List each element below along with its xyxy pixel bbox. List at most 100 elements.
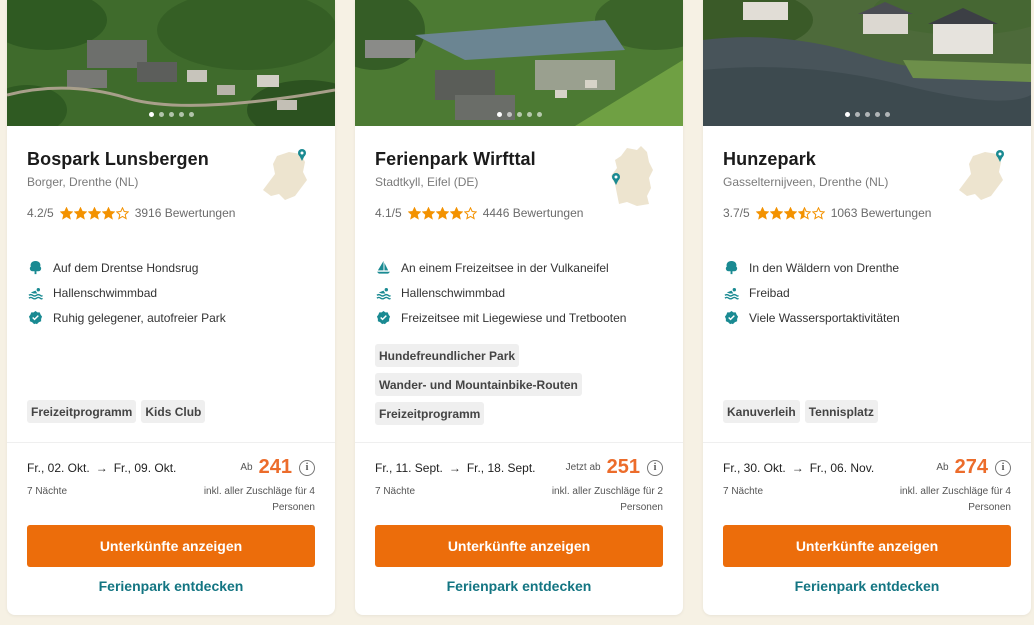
park-card[interactable]: Hunzepark Gasselternijveen, Drenthe (NL)…: [703, 0, 1031, 615]
swimmer-icon: [27, 285, 43, 301]
star-rating: [407, 206, 477, 220]
surcharge-note: inkl. aller Zuschläge für 2 Personen: [551, 486, 663, 513]
netherlands-map-icon: [959, 150, 1004, 200]
carousel-dot[interactable]: [168, 112, 174, 117]
arrow-right-icon: →: [95, 460, 108, 475]
star-full-icon: [769, 206, 783, 220]
tag-list: Kanuverleih Tennisplatz: [723, 400, 1011, 429]
star-full-icon: [421, 206, 435, 220]
feature-item: Viele Wassersportaktivitäten: [723, 305, 1011, 330]
review-count: 3916 Bewertungen: [134, 206, 236, 220]
feature-item: An einem Freizeitsee in der Vulkaneifel: [375, 255, 663, 280]
star-empty-icon: [115, 206, 129, 220]
rating: 4.1/5 4446 Bewertungen: [375, 206, 663, 220]
price-box: Ab 241 i: [240, 456, 315, 479]
carousel-dot[interactable]: [148, 112, 154, 117]
tag: Freizeitprogramm: [27, 400, 137, 423]
tag: Kanuverleih: [723, 400, 800, 423]
tag: Kids Club: [141, 400, 206, 423]
rating-score: 4.1/5: [375, 206, 402, 220]
feature-text: In den Wäldern von Drenthe: [749, 260, 900, 275]
feature-text: Freibad: [749, 285, 790, 300]
discover-park-link[interactable]: Ferienpark entdecken: [27, 578, 315, 594]
rating-score: 4.2/5: [27, 206, 54, 220]
star-rating: [59, 206, 129, 220]
surcharge-note: inkl. aller Zuschläge für 4 Personen: [899, 486, 1011, 513]
park-card[interactable]: Bospark Lunsbergen Borger, Drenthe (NL) …: [7, 0, 335, 615]
carousel-dots[interactable]: [703, 112, 1031, 117]
info-icon[interactable]: i: [299, 459, 315, 476]
feature-list: Auf dem Drentse Hondsrug Hallenschwimmba…: [7, 230, 335, 370]
date-to: Fr., 09. Okt.: [113, 460, 177, 475]
carousel-dot[interactable]: [496, 112, 502, 117]
carousel-dot[interactable]: [178, 112, 184, 117]
carousel-dots[interactable]: [355, 112, 683, 117]
carousel-dot[interactable]: [864, 112, 870, 117]
travel-dates[interactable]: Fr., 02. Okt. → Fr., 09. Okt.: [27, 461, 176, 475]
carousel-dot[interactable]: [874, 112, 880, 117]
carousel-dot[interactable]: [526, 112, 532, 117]
feature-list: In den Wäldern von Drenthe Freibad Viele…: [703, 230, 1031, 370]
feature-text: Freizeitsee mit Liegewiese und Tretboote…: [401, 310, 627, 325]
carousel-dot[interactable]: [884, 112, 890, 117]
carousel-dot[interactable]: [158, 112, 164, 117]
price: 241: [258, 456, 292, 478]
carousel-dots[interactable]: [7, 112, 335, 117]
price-prefix: Jetzt ab: [565, 462, 601, 473]
star-full-icon: [407, 206, 421, 220]
park-photo-carousel[interactable]: [7, 0, 335, 126]
show-accommodations-button[interactable]: Unterkünfte anzeigen: [723, 525, 1011, 567]
price: 274: [954, 456, 988, 478]
tag: Freizeitprogramm: [375, 402, 485, 425]
show-accommodations-button[interactable]: Unterkünfte anzeigen: [375, 525, 663, 567]
rating: 3.7/5 1063 Bewertungen: [723, 206, 1011, 220]
nights: 7 Nächte: [375, 486, 416, 497]
nights: 7 Nächte: [723, 486, 764, 497]
star-rating: [755, 206, 825, 220]
star-full-icon: [755, 206, 769, 220]
check-badge-icon: [375, 310, 391, 326]
feature-item: Freibad: [723, 280, 1011, 305]
park-photo: [7, 0, 335, 126]
discover-park-link[interactable]: Ferienpark entdecken: [375, 578, 663, 594]
feature-item: In den Wäldern von Drenthe: [723, 255, 1011, 280]
carousel-dot[interactable]: [844, 112, 850, 117]
travel-dates[interactable]: Fr., 30. Okt. → Fr., 06. Nov.: [723, 461, 874, 475]
info-icon[interactable]: i: [647, 459, 663, 476]
tag: Wander- und Mountainbike-Routen: [375, 373, 582, 396]
carousel-dot[interactable]: [188, 112, 194, 117]
feature-text: Ruhig gelegener, autofreier Park: [53, 310, 226, 325]
carousel-dot[interactable]: [506, 112, 512, 117]
nights: 7 Nächte: [27, 486, 68, 497]
feature-text: Auf dem Drentse Hondsrug: [53, 260, 199, 275]
divider: [7, 442, 335, 443]
park-photo-carousel[interactable]: [703, 0, 1031, 126]
star-full-icon: [59, 206, 73, 220]
park-photo-carousel[interactable]: [355, 0, 683, 126]
show-accommodations-button[interactable]: Unterkünfte anzeigen: [27, 525, 315, 567]
feature-item: Auf dem Drentse Hondsrug: [27, 255, 315, 280]
carousel-dot[interactable]: [516, 112, 522, 117]
feature-item: Hallenschwimmbad: [27, 280, 315, 305]
price-box: Ab 274 i: [936, 456, 1011, 479]
star-full-icon: [73, 206, 87, 220]
tree-icon: [723, 260, 739, 276]
price-prefix: Ab: [240, 462, 253, 473]
rating-score: 3.7/5: [723, 206, 750, 220]
review-count: 4446 Bewertungen: [482, 206, 584, 220]
rating: 4.2/5 3916 Bewertungen: [27, 206, 315, 220]
tree-icon: [27, 260, 43, 276]
star-full-icon: [783, 206, 797, 220]
travel-dates[interactable]: Fr., 11. Sept. → Fr., 18. Sept.: [375, 461, 536, 475]
park-photo: [355, 0, 683, 126]
info-icon[interactable]: i: [995, 459, 1011, 476]
discover-park-link[interactable]: Ferienpark entdecken: [723, 578, 1011, 594]
feature-item: Freizeitsee mit Liegewiese und Tretboote…: [375, 305, 663, 330]
netherlands-map-icon: [263, 149, 307, 200]
carousel-dot[interactable]: [536, 112, 542, 117]
carousel-dot[interactable]: [854, 112, 860, 117]
swimmer-icon: [375, 285, 391, 301]
park-card[interactable]: Ferienpark Wirfttal Stadtkyll, Eifel (DE…: [355, 0, 683, 615]
feature-text: Hallenschwimmbad: [401, 285, 506, 300]
price-box: Jetzt ab 251 i: [566, 456, 663, 479]
